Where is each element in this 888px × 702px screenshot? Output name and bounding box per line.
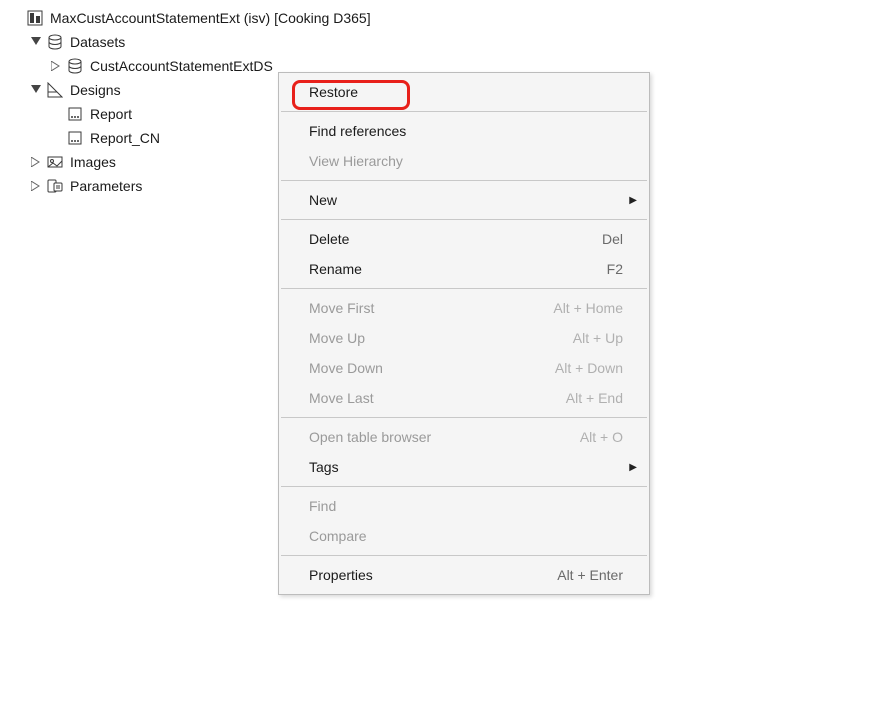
menu-item-move-first: Move First Alt + Home bbox=[279, 293, 649, 323]
tree-label: Parameters bbox=[68, 178, 142, 194]
collapse-icon[interactable] bbox=[28, 82, 44, 98]
menu-label: Delete bbox=[309, 231, 602, 247]
menu-label: Move Down bbox=[309, 360, 555, 376]
menu-label: Open table browser bbox=[309, 429, 580, 445]
menu-label: New bbox=[309, 192, 633, 208]
menu-item-delete[interactable]: Delete Del bbox=[279, 224, 649, 254]
menu-shortcut: Alt + Up bbox=[573, 330, 633, 346]
menu-item-open-table-browser: Open table browser Alt + O bbox=[279, 422, 649, 452]
designs-icon bbox=[46, 81, 64, 99]
tree-label: Datasets bbox=[68, 34, 125, 50]
menu-shortcut: Alt + End bbox=[566, 390, 633, 406]
menu-shortcut: Alt + Home bbox=[553, 300, 633, 316]
tree-label: MaxCustAccountStatementExt (isv) [Cookin… bbox=[48, 10, 371, 26]
images-icon bbox=[46, 153, 64, 171]
menu-item-view-hierarchy: View Hierarchy bbox=[279, 146, 649, 176]
menu-label: Move Up bbox=[309, 330, 573, 346]
menu-label: Rename bbox=[309, 261, 607, 277]
menu-separator bbox=[281, 555, 647, 556]
menu-item-move-last: Move Last Alt + End bbox=[279, 383, 649, 413]
menu-label: Move Last bbox=[309, 390, 566, 406]
menu-label: Properties bbox=[309, 567, 557, 583]
menu-label: Move First bbox=[309, 300, 553, 316]
tree-label: CustAccountStatementExtDS bbox=[88, 58, 273, 74]
menu-item-new[interactable]: New ▶ bbox=[279, 185, 649, 215]
report-icon bbox=[66, 129, 84, 147]
menu-separator bbox=[281, 417, 647, 418]
tree-node-root[interactable]: MaxCustAccountStatementExt (isv) [Cookin… bbox=[8, 6, 888, 30]
menu-separator bbox=[281, 486, 647, 487]
tree-label: Report bbox=[88, 106, 132, 122]
menu-shortcut: Alt + Down bbox=[555, 360, 633, 376]
expand-icon[interactable] bbox=[48, 58, 64, 74]
expand-icon[interactable] bbox=[28, 178, 44, 194]
database-icon bbox=[46, 33, 64, 51]
menu-label: View Hierarchy bbox=[309, 153, 633, 169]
menu-separator bbox=[281, 219, 647, 220]
menu-item-compare: Compare bbox=[279, 521, 649, 551]
menu-item-rename[interactable]: Rename F2 bbox=[279, 254, 649, 284]
tree-label: Report_CN bbox=[88, 130, 160, 146]
menu-shortcut: F2 bbox=[607, 261, 633, 277]
collapse-icon[interactable] bbox=[28, 34, 44, 50]
menu-item-find-references[interactable]: Find references bbox=[279, 116, 649, 146]
database-icon bbox=[66, 57, 84, 75]
submenu-arrow-icon: ▶ bbox=[629, 195, 637, 206]
menu-label: Tags bbox=[309, 459, 633, 475]
menu-item-find: Find bbox=[279, 491, 649, 521]
submenu-arrow-icon: ▶ bbox=[629, 462, 637, 473]
tree-node-datasets[interactable]: Datasets bbox=[8, 30, 888, 54]
menu-item-properties[interactable]: Properties Alt + Enter bbox=[279, 560, 649, 590]
menu-item-tags[interactable]: Tags ▶ bbox=[279, 452, 649, 482]
menu-separator bbox=[281, 288, 647, 289]
menu-shortcut: Alt + Enter bbox=[557, 567, 633, 583]
menu-shortcut: Del bbox=[602, 231, 633, 247]
menu-item-move-up: Move Up Alt + Up bbox=[279, 323, 649, 353]
menu-item-move-down: Move Down Alt + Down bbox=[279, 353, 649, 383]
expand-icon[interactable] bbox=[28, 154, 44, 170]
menu-item-restore[interactable]: Restore bbox=[279, 77, 649, 107]
tree-label: Images bbox=[68, 154, 116, 170]
menu-label: Restore bbox=[309, 84, 633, 100]
menu-separator bbox=[281, 111, 647, 112]
report-root-icon bbox=[26, 9, 44, 27]
context-menu: Restore Find references View Hierarchy N… bbox=[278, 72, 650, 595]
menu-label: Find bbox=[309, 498, 633, 514]
tree-label: Designs bbox=[68, 82, 121, 98]
menu-label: Compare bbox=[309, 528, 633, 544]
report-icon bbox=[66, 105, 84, 123]
parameters-icon bbox=[46, 177, 64, 195]
menu-separator bbox=[281, 180, 647, 181]
menu-label: Find references bbox=[309, 123, 633, 139]
menu-shortcut: Alt + O bbox=[580, 429, 633, 445]
